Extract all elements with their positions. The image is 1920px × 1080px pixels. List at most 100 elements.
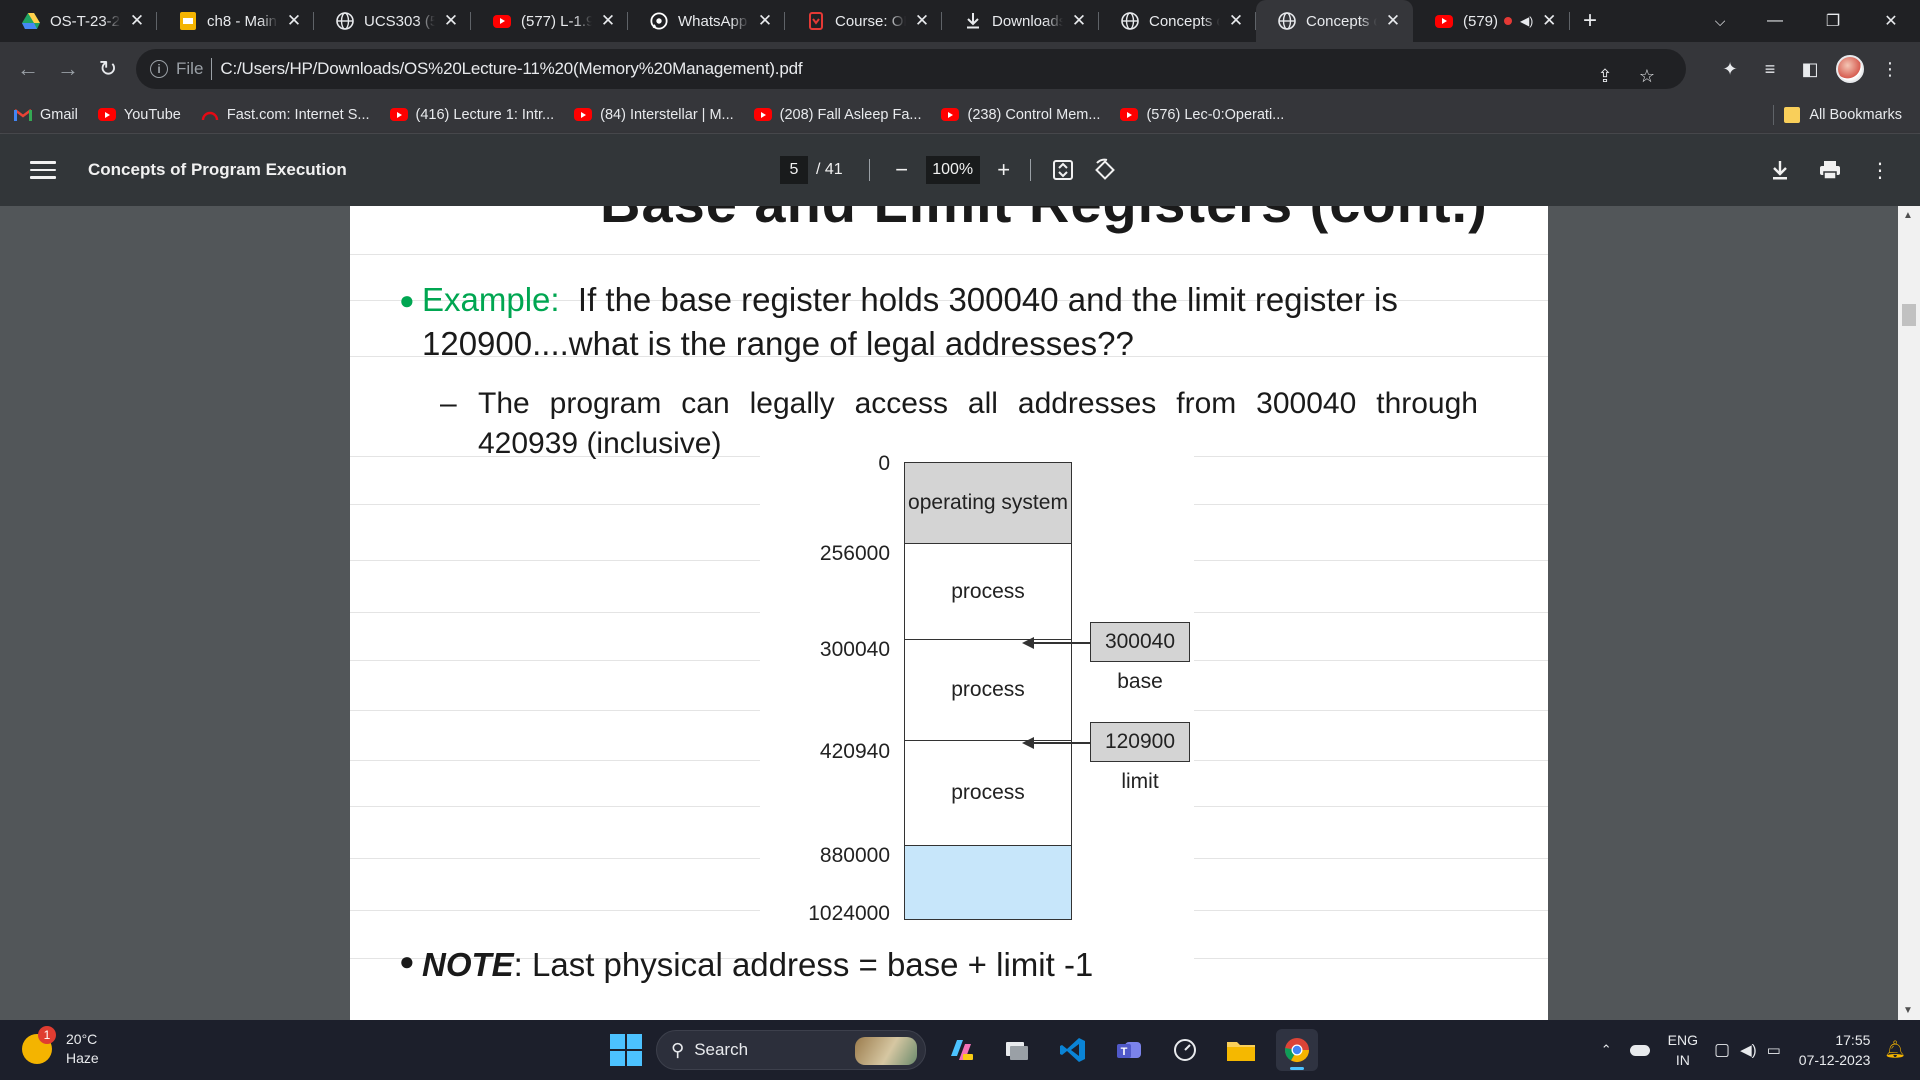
speedometer-icon[interactable] xyxy=(1164,1029,1206,1071)
bullet-dot-icon: ● xyxy=(399,285,415,315)
bookmark-control-mem[interactable]: (238) Control Mem... xyxy=(941,107,1100,123)
close-icon[interactable]: ✕ xyxy=(598,11,618,31)
close-icon[interactable]: ✕ xyxy=(755,11,775,31)
whatsapp-icon xyxy=(650,12,668,30)
zoom-input[interactable]: 100% xyxy=(925,156,980,184)
taskbar-search[interactable]: ⚲ Search xyxy=(656,1030,926,1070)
side-panel-icon[interactable]: ◧ xyxy=(1792,49,1828,89)
zoom-out-button[interactable]: − xyxy=(886,154,918,186)
chevron-up-icon[interactable]: ⌃ xyxy=(1601,1042,1612,1058)
volume-icon[interactable]: ◀) xyxy=(1740,1041,1757,1059)
limit-label: limit xyxy=(1121,770,1159,793)
url-text[interactable]: C:/Users/HP/Downloads/OS%20Lecture-11%20… xyxy=(220,59,802,79)
segment-operating-system: operating system xyxy=(904,462,1072,544)
zoom-in-button[interactable]: + xyxy=(988,154,1020,186)
segment-process: process xyxy=(904,740,1072,846)
memory-diagram: 0 256000 300040 420940 880000 1024000 op… xyxy=(760,452,1194,972)
back-icon[interactable]: ← xyxy=(8,49,48,89)
bookmark-lecture1[interactable]: (416) Lecture 1: Intr... xyxy=(389,107,554,123)
close-icon[interactable]: ✕ xyxy=(912,11,932,31)
bookmark-interstellar[interactable]: (84) Interstellar | M... xyxy=(574,107,734,123)
share-icon[interactable]: ⇪ xyxy=(1586,57,1624,95)
clock[interactable]: 17:55 07-12-2023 xyxy=(1799,1030,1871,1070)
tab-title: UCS303 (5) xyxy=(364,12,435,30)
rotate-icon[interactable] xyxy=(1087,152,1123,188)
tab-6[interactable]: Downloads ✕ xyxy=(942,0,1099,42)
windows-start-icon[interactable] xyxy=(610,1034,642,1066)
weather-widget[interactable]: 1 20°C Haze xyxy=(22,1026,99,1068)
example-label: Example: xyxy=(422,281,560,318)
close-icon[interactable]: ✕ xyxy=(1226,11,1246,31)
extensions-icon[interactable]: ✦ xyxy=(1712,49,1748,89)
more-options-icon[interactable]: ⋮ xyxy=(1862,152,1898,188)
vscode-icon[interactable] xyxy=(1052,1029,1094,1071)
bookmark-label: YouTube xyxy=(123,106,181,123)
onedrive-icon[interactable] xyxy=(1629,1044,1650,1056)
sub-point-text: The program can legally access all addre… xyxy=(478,387,1478,460)
star-icon[interactable]: ☆ xyxy=(1628,57,1666,95)
tab-2[interactable]: UCS303 (5) ✕ xyxy=(314,0,471,42)
youtube-icon xyxy=(1120,108,1139,122)
print-icon[interactable] xyxy=(1812,152,1848,188)
close-icon[interactable]: ✕ xyxy=(1069,11,1089,31)
tab-5[interactable]: Course: OP ✕ xyxy=(785,0,942,42)
notification-bell-icon[interactable]: 🔔︎ xyxy=(1884,1040,1906,1060)
window-controls: — ❐ ✕ xyxy=(1746,0,1920,42)
bookmark-fall-asleep[interactable]: (208) Fall Asleep Fa... xyxy=(753,107,921,123)
display-icon[interactable]: ▢ xyxy=(1714,1040,1730,1060)
tab-1[interactable]: ch8 - Main ✕ xyxy=(157,0,314,42)
all-bookmarks-button[interactable]: All Bookmarks xyxy=(1773,96,1902,134)
chrome-icon[interactable] xyxy=(1276,1029,1318,1071)
speaker-icon[interactable]: ◀) xyxy=(1520,14,1533,28)
bookmark-youtube[interactable]: YouTube xyxy=(97,106,181,123)
close-icon[interactable]: ✕ xyxy=(1383,11,1403,31)
task-view-icon[interactable] xyxy=(996,1029,1038,1071)
bookmark-lec0[interactable]: (576) Lec-0:Operati... xyxy=(1120,107,1284,123)
bookmark-fast[interactable]: Fast.com: Internet S... xyxy=(201,107,370,123)
document-title: Concepts of Program Execution xyxy=(88,160,347,179)
reading-list-icon[interactable]: ≡ xyxy=(1752,49,1788,89)
minimize-icon[interactable]: — xyxy=(1746,0,1804,42)
battery-icon[interactable]: ▭ xyxy=(1767,1041,1781,1059)
close-icon[interactable]: ✕ xyxy=(1539,11,1559,31)
tab-3[interactable]: (577) L-1.9 ✕ xyxy=(471,0,628,42)
file-explorer-icon[interactable] xyxy=(1220,1029,1262,1071)
close-icon[interactable]: ✕ xyxy=(127,11,147,31)
youtube-icon xyxy=(493,12,511,30)
close-window-icon[interactable]: ✕ xyxy=(1862,0,1920,42)
slide-heading: Base and Limit Registers (cont.) xyxy=(600,206,1488,235)
reload-icon[interactable]: ↻ xyxy=(88,49,128,89)
address-bar[interactable]: i File C:/Users/HP/Downloads/OS%20Lectur… xyxy=(136,49,1686,89)
tab-0[interactable]: OS-T-23-24 ✕ xyxy=(0,0,157,42)
note-text: : Last physical address = base + limit -… xyxy=(513,946,1094,983)
menu-dots-icon[interactable]: ⋮ xyxy=(1872,49,1908,89)
tab-7[interactable]: Concepts o ✕ xyxy=(1099,0,1256,42)
page-number-input[interactable]: 5 xyxy=(780,156,808,184)
forward-icon[interactable]: → xyxy=(48,49,88,89)
close-icon[interactable]: ✕ xyxy=(284,11,304,31)
tab-8[interactable]: Concepts o ✕ xyxy=(1256,0,1413,42)
scroll-down-icon[interactable]: ▼ xyxy=(1903,1005,1913,1016)
avatar[interactable] xyxy=(1832,49,1868,89)
copilot-icon[interactable] xyxy=(940,1029,982,1071)
lang-code: ENG xyxy=(1667,1032,1698,1048)
chevron-down-icon[interactable]: ⌵ xyxy=(1700,0,1740,42)
menu-icon[interactable] xyxy=(30,161,56,179)
scrollbar-thumb[interactable] xyxy=(1902,304,1916,326)
teams-icon[interactable]: T xyxy=(1108,1029,1150,1071)
bookmark-gmail[interactable]: Gmail xyxy=(14,107,78,123)
time: 17:55 xyxy=(1835,1032,1871,1048)
pdf-viewer[interactable]: Base and Limit Registers (cont.) ● Examp… xyxy=(0,206,1920,1020)
language-indicator[interactable]: ENG IN xyxy=(1668,1030,1698,1070)
tab-9[interactable]: (579) ◀) ✕ xyxy=(1413,0,1570,42)
new-tab-button[interactable]: + xyxy=(1570,0,1610,42)
download-icon[interactable] xyxy=(1762,152,1798,188)
fit-page-icon[interactable] xyxy=(1045,152,1081,188)
info-icon[interactable]: i xyxy=(150,60,168,78)
close-icon[interactable]: ✕ xyxy=(441,11,461,31)
slides-icon xyxy=(179,12,197,30)
scroll-up-icon[interactable]: ▲ xyxy=(1903,210,1913,221)
tab-4[interactable]: WhatsApp ✕ xyxy=(628,0,785,42)
scrollbar[interactable]: ▲ ▼ xyxy=(1898,206,1920,1020)
restore-icon[interactable]: ❐ xyxy=(1804,0,1862,42)
